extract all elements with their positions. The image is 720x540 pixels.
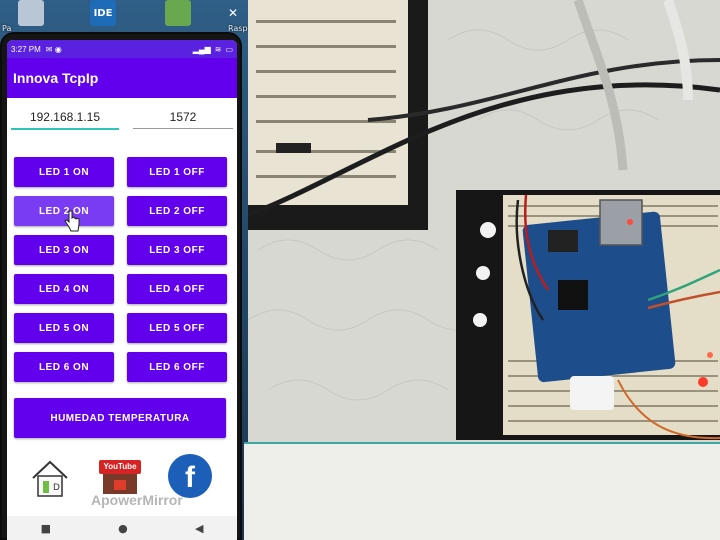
- ip-address-input[interactable]: [11, 107, 119, 127]
- led-4-on-button[interactable]: LED 4 ON: [14, 274, 114, 304]
- home-logo-icon[interactable]: D: [29, 456, 71, 498]
- app-title: Innova TcpIp: [7, 58, 237, 98]
- phone-frame: 3:27 PM ✉ ◉ ▂▄▆ ≋ ▭ Innova TcpIp LED 1 O…: [0, 32, 242, 540]
- recent-apps-icon[interactable]: ■: [41, 522, 51, 535]
- status-bar: 3:27 PM ✉ ◉ ▂▄▆ ≋ ▭: [7, 40, 237, 58]
- apowermirror-icon[interactable]: [165, 0, 191, 26]
- led-2-off-button[interactable]: LED 2 OFF: [127, 196, 227, 226]
- led-5-off-button[interactable]: LED 5 OFF: [127, 313, 227, 343]
- recycle-bin-icon[interactable]: [18, 0, 44, 26]
- status-time: 3:27 PM: [11, 44, 41, 54]
- hand-cursor-icon: [63, 210, 81, 232]
- apowermirror-watermark: ApowerMirror: [91, 492, 183, 508]
- shop-door: [114, 480, 126, 490]
- port-input-underline: [133, 128, 233, 129]
- led-6-off-button[interactable]: LED 6 OFF: [127, 352, 227, 382]
- svg-text:D: D: [53, 483, 60, 493]
- wifi-icon: ≋: [214, 44, 222, 54]
- led-6-on-button[interactable]: LED 6 ON: [14, 352, 114, 382]
- led-3-off-button[interactable]: LED 3 OFF: [127, 235, 227, 265]
- screen-root: { "desktop": { "icons": [ {"name": "recy…: [0, 0, 720, 540]
- home-icon[interactable]: ●: [118, 522, 128, 535]
- port-input[interactable]: [133, 107, 233, 127]
- ide-icon-label: IDE: [93, 7, 113, 19]
- ide-icon[interactable]: IDE: [90, 0, 116, 26]
- back-icon[interactable]: ◀: [195, 522, 203, 535]
- led-3-on-button[interactable]: LED 3 ON: [14, 235, 114, 265]
- humedad-temperatura-button[interactable]: HUMEDAD TEMPERATURA: [14, 398, 226, 438]
- ip-input-underline: [11, 128, 119, 130]
- mirror-control-panel: [244, 442, 720, 540]
- desktop-icons: Pa IDE Rasp ✕: [0, 0, 248, 34]
- led-5-on-button[interactable]: LED 5 ON: [14, 313, 114, 343]
- led-1-on-button[interactable]: LED 1 ON: [14, 157, 114, 187]
- youtube-label: YouTube: [99, 460, 141, 474]
- status-right: ▂▄▆ ≋ ▭: [193, 45, 233, 54]
- signal-icon: ▂▄▆: [192, 44, 211, 54]
- android-nav-bar: ■ ● ◀: [7, 516, 237, 540]
- led-1-off-button[interactable]: LED 1 OFF: [127, 157, 227, 187]
- phone-screen: 3:27 PM ✉ ◉ ▂▄▆ ≋ ▭ Innova TcpIp LED 1 O…: [7, 40, 237, 540]
- battery-icon: ▭: [225, 44, 233, 54]
- led-4-off-button[interactable]: LED 4 OFF: [127, 274, 227, 304]
- notification-icons: ✉ ◉: [45, 44, 62, 54]
- close-icon[interactable]: ✕: [228, 6, 238, 20]
